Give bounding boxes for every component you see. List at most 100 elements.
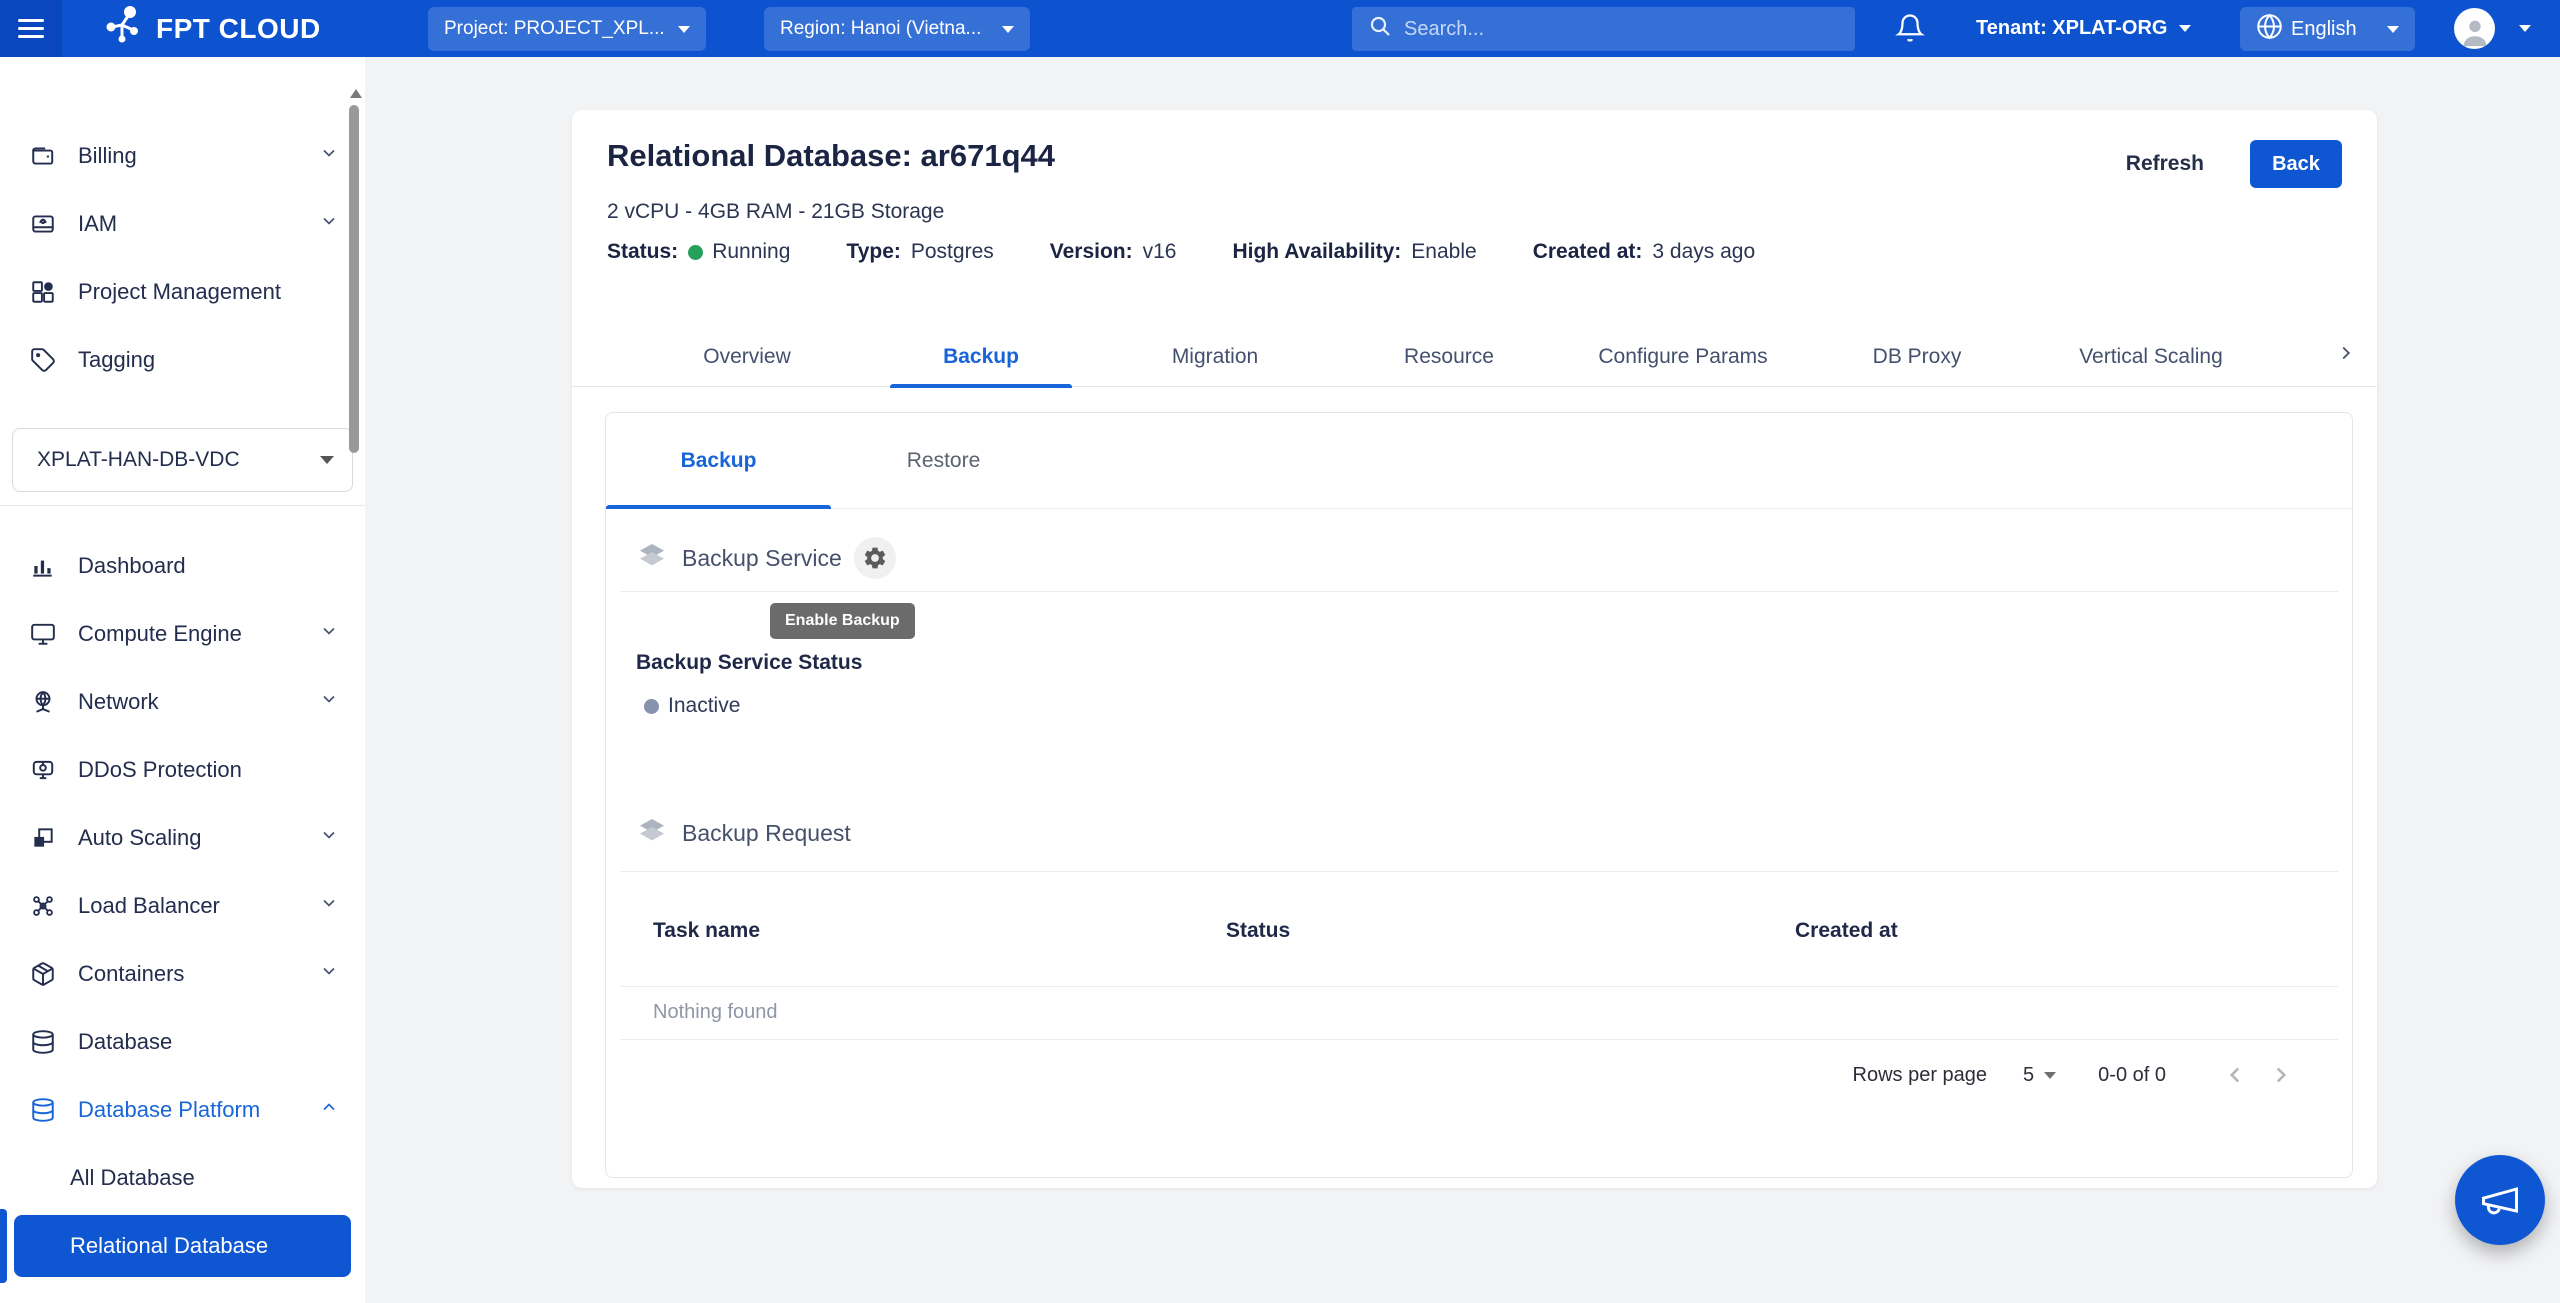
user-avatar[interactable] <box>2454 8 2495 49</box>
backup-service-status-label: Backup Service Status <box>636 651 862 675</box>
rows-per-page-value: 5 <box>2023 1064 2034 1087</box>
sidebar-item-containers[interactable]: Containers <box>0 940 365 1008</box>
subtab-restore[interactable]: Restore <box>831 413 1056 508</box>
database-detail-card: Relational Database: ar671q44 Refresh Ba… <box>572 110 2377 1188</box>
menu-button[interactable] <box>0 0 62 57</box>
back-button[interactable]: Back <box>2250 140 2342 188</box>
sidebar-item-compute-engine[interactable]: Compute Engine <box>0 600 365 668</box>
region-selector-label: Region: Hanoi (Vietna... <box>780 18 990 40</box>
pagination-range: 0-0 of 0 <box>2098 1064 2166 1087</box>
project-selector-label: Project: PROJECT_XPL... <box>444 18 666 40</box>
search-input[interactable] <box>1404 18 1839 41</box>
chevron-down-icon <box>319 689 339 715</box>
tab-migration[interactable]: Migration <box>1098 328 1332 386</box>
grid-project-icon <box>30 279 56 305</box>
created-at-field: Created at: 3 days ago <box>1533 240 1755 264</box>
high-availability-field: High Availability: Enable <box>1232 240 1476 264</box>
auto-scaling-icon <box>30 825 56 851</box>
sidebar-item-load-balancer[interactable]: Load Balancer <box>0 872 365 940</box>
globe-icon <box>2256 13 2283 46</box>
next-page-button[interactable] <box>2268 1062 2294 1088</box>
rows-per-page-select[interactable]: 5 <box>2023 1064 2056 1087</box>
announcements-fab[interactable] <box>2455 1155 2545 1245</box>
sidebar-item-all-database[interactable]: All Database <box>0 1144 365 1212</box>
sidebar-item-label: Load Balancer <box>78 893 220 919</box>
sidebar-item-label: All Database <box>70 1165 195 1191</box>
version-value: v16 <box>1143 240 1177 264</box>
sidebar-item-ddos-protection[interactable]: DDoS Protection <box>0 736 365 804</box>
backup-request-title: Backup Request <box>682 820 851 847</box>
sidebar-item-project-management[interactable]: Project Management <box>0 258 365 326</box>
sidebar-item-tagging[interactable]: Tagging <box>0 326 365 394</box>
person-icon <box>2458 15 2492 49</box>
layers-icon <box>636 815 668 852</box>
tab-backup[interactable]: Backup <box>864 328 1098 386</box>
table-pagination: Rows per page 5 0-0 of 0 <box>1853 1053 2304 1097</box>
tabs-divider <box>572 386 2377 387</box>
sidebar-item-iam[interactable]: IAM <box>0 190 365 258</box>
database-icon <box>30 1097 56 1123</box>
tab-vertical-scaling[interactable]: Vertical Scaling <box>2034 328 2268 386</box>
chevron-down-icon[interactable] <box>2519 25 2531 32</box>
sidebar-item-auto-scaling[interactable]: Auto Scaling <box>0 804 365 872</box>
table-divider <box>620 1039 2338 1040</box>
sidebar-item-label: Tagging <box>78 347 155 373</box>
region-selector[interactable]: Region: Hanoi (Vietna... <box>764 7 1030 51</box>
ddos-shield-icon <box>30 757 56 783</box>
project-selector[interactable]: Project: PROJECT_XPL... <box>428 7 706 51</box>
sidebar-item-relational-database[interactable]: Relational Database <box>14 1215 351 1277</box>
previous-page-button[interactable] <box>2222 1062 2248 1088</box>
sidebar-item-billing[interactable]: Billing <box>0 122 365 190</box>
sidebar-item-database-platform[interactable]: Database Platform <box>0 1076 365 1144</box>
tab-configure-params[interactable]: Configure Params <box>1566 328 1800 386</box>
sidebar-item-network[interactable]: Network <box>0 668 365 736</box>
refresh-button[interactable]: Refresh <box>2126 152 2204 176</box>
vdc-selector[interactable]: XPLAT-HAN-DB-VDC <box>12 428 353 492</box>
monitor-icon <box>30 621 56 647</box>
chevron-down-icon <box>1002 26 1014 33</box>
backup-settings-button[interactable] <box>854 537 896 579</box>
brand-logo[interactable]: FPT CLOUD <box>100 0 321 57</box>
notifications-button[interactable] <box>1895 13 1925 48</box>
id-card-icon <box>30 211 56 237</box>
chevron-up-icon <box>319 1097 339 1123</box>
section-divider <box>620 871 2338 872</box>
database-icon <box>30 1029 56 1055</box>
backup-service-title: Backup Service <box>682 545 842 572</box>
sidebar-item-dashboard[interactable]: Dashboard <box>0 532 365 600</box>
bar-chart-icon <box>30 553 56 579</box>
backup-service-section-header: Backup Service <box>636 537 896 579</box>
tab-db-proxy[interactable]: DB Proxy <box>1800 328 2034 386</box>
sidebar-item-database[interactable]: Database <box>0 1008 365 1076</box>
sidebar-scrollbar[interactable] <box>349 105 359 453</box>
backup-subtabs: Backup Restore <box>606 413 2352 509</box>
version-field: Version: v16 <box>1050 240 1177 264</box>
main-content: Relational Database: ar671q44 Refresh Ba… <box>365 57 2560 1303</box>
global-search[interactable] <box>1352 7 1855 51</box>
sidebar-item-non-relational-database[interactable]: Non-Relational Database <box>0 1280 365 1303</box>
scrollbar-up-arrow[interactable] <box>350 89 362 98</box>
status-inactive-dot <box>644 699 659 714</box>
tab-resource[interactable]: Resource <box>1332 328 1566 386</box>
chevron-right-icon <box>2335 342 2357 364</box>
section-divider <box>620 591 2338 592</box>
tabs-scroll-right-button[interactable] <box>2335 342 2357 369</box>
subtab-backup[interactable]: Backup <box>606 413 831 508</box>
sidebar-item-label: Database <box>78 1029 172 1055</box>
chevron-down-icon <box>678 26 690 33</box>
wallet-icon <box>30 143 56 169</box>
tab-overview[interactable]: Overview <box>630 328 864 386</box>
status-value: Running <box>712 240 790 264</box>
brand-logo-text: FPT CLOUD <box>156 13 321 45</box>
sidebar-item-label: Network <box>78 689 159 715</box>
rows-per-page-label: Rows per page <box>1853 1064 1988 1087</box>
layers-icon <box>636 540 668 577</box>
language-selector[interactable]: English <box>2240 7 2415 51</box>
sidebar-item-label: IAM <box>78 211 117 237</box>
gear-icon <box>862 545 888 571</box>
instance-specs: 2 vCPU - 4GB RAM - 21GB Storage <box>607 200 944 224</box>
chevron-down-icon <box>2387 26 2399 33</box>
table-empty-message: Nothing found <box>653 998 778 1026</box>
sidebar-item-label: Dashboard <box>78 553 186 579</box>
tenant-selector[interactable]: Tenant: XPLAT-ORG <box>1976 0 2191 57</box>
